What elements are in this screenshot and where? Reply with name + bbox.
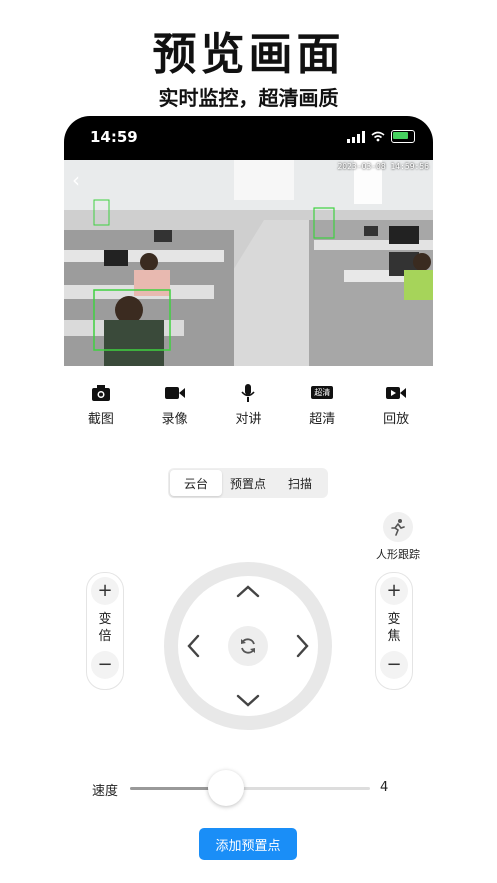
speed-slider-track[interactable]	[130, 787, 370, 790]
focus-control: + 变焦 −	[375, 572, 413, 690]
zoom-label: 变倍	[87, 611, 123, 645]
playback-button[interactable]: 回放	[366, 384, 426, 427]
signal-icon	[347, 130, 365, 143]
human-tracking-label: 人形跟踪	[376, 548, 420, 561]
playback-label: 回放	[383, 411, 410, 427]
camera-icon	[91, 384, 110, 401]
running-person-icon	[391, 519, 405, 536]
focus-label: 变焦	[376, 611, 412, 645]
toolbar: 截图 录像 对讲 超清 超清 回放	[64, 366, 433, 444]
snapshot-label: 截图	[87, 411, 114, 427]
ptz-reset-button[interactable]	[228, 626, 268, 666]
tab-presets[interactable]: 预置点	[222, 470, 274, 496]
back-icon[interactable]: ‹	[72, 168, 80, 192]
snapshot-button[interactable]: 截图	[71, 384, 131, 427]
subline: 实时监控，超清画质	[158, 86, 339, 110]
tab-scan[interactable]: 扫描	[274, 470, 326, 496]
talk-label: 对讲	[235, 411, 262, 427]
video-timestamp: 2023-03-08 14:59:56	[337, 162, 429, 171]
tab-ptz[interactable]: 云台	[170, 470, 222, 496]
focus-in-button[interactable]: +	[380, 577, 408, 605]
office-scene-image	[64, 160, 433, 366]
battery-icon	[391, 130, 415, 143]
status-icons	[347, 130, 415, 143]
add-preset-button[interactable]: 添加预置点	[199, 828, 297, 860]
video-preview[interactable]: ‹ 2023-03-08 14:59:56	[64, 160, 433, 366]
hd-badge-icon: 超清	[311, 386, 334, 399]
pan-left-arrow[interactable]	[186, 634, 200, 658]
talk-button[interactable]: 对讲	[218, 383, 278, 427]
phone-frame: 14:59 ‹ 2023-03-08 14:59:56 截图 录像 对讲 超清 …	[64, 116, 433, 883]
status-bar: 14:59	[64, 116, 433, 160]
focus-label-text: 变焦	[387, 612, 401, 644]
control-tabs: 云台 预置点 扫描	[168, 468, 328, 498]
ptz-joystick	[164, 562, 332, 730]
record-button[interactable]: 录像	[145, 384, 205, 427]
headline: 预览画面	[152, 29, 345, 80]
zoom-label-text: 变倍	[98, 612, 112, 644]
record-label: 录像	[161, 411, 188, 427]
refresh-icon	[241, 638, 255, 654]
wifi-icon	[371, 131, 385, 142]
zoom-control: + 变倍 −	[86, 572, 124, 690]
speed-value: 4	[380, 780, 389, 795]
pan-down-arrow[interactable]	[236, 694, 260, 708]
pan-up-arrow[interactable]	[236, 584, 260, 598]
playback-icon	[386, 386, 407, 399]
zoom-out-button[interactable]: −	[91, 651, 119, 679]
hd-button[interactable]: 超清 超清	[292, 384, 352, 427]
focus-out-button[interactable]: −	[380, 651, 408, 679]
zoom-in-button[interactable]: +	[91, 577, 119, 605]
control-panel: 云台 预置点 扫描 人形跟踪 + 变倍 − + 变焦 − 速度 4 添加预置点	[64, 444, 433, 883]
video-camera-icon	[164, 386, 185, 399]
human-tracking-button[interactable]: 人形跟踪	[368, 512, 428, 562]
speed-slider-knob[interactable]	[208, 770, 244, 806]
hd-label: 超清	[309, 411, 336, 427]
speed-label: 速度	[92, 784, 119, 799]
microphone-icon	[241, 383, 256, 402]
pan-right-arrow[interactable]	[296, 634, 310, 658]
status-time: 14:59	[90, 128, 138, 146]
